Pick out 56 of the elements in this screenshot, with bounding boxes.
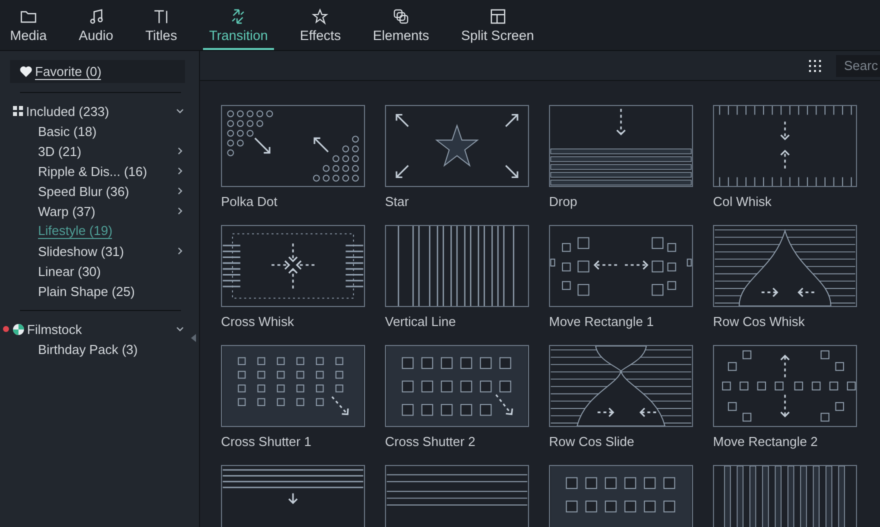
notification-dot bbox=[3, 326, 9, 332]
category-item[interactable]: Lifestyle (19) bbox=[10, 221, 185, 241]
folder-icon bbox=[19, 8, 38, 25]
tab[interactable]: Titles bbox=[139, 0, 184, 50]
category-header[interactable]: Filmstock bbox=[2, 319, 185, 339]
tab[interactable]: Audio bbox=[72, 0, 120, 50]
category-item[interactable]: Slideshow (31) bbox=[10, 241, 185, 261]
transition-label: Vertical Line bbox=[385, 313, 457, 331]
collapse-handle[interactable] bbox=[191, 334, 196, 342]
chevron-icon bbox=[175, 246, 185, 256]
category-item[interactable]: Basic (18) bbox=[10, 121, 185, 141]
category-item[interactable]: Ripple & Dis... (16) bbox=[10, 161, 185, 181]
heart-icon bbox=[20, 66, 32, 77]
text-icon bbox=[152, 8, 170, 25]
transition-label: Move Rectangle 2 bbox=[713, 433, 819, 451]
transition-thumbnail[interactable] bbox=[221, 225, 365, 307]
transition-label: Col Whisk bbox=[713, 193, 773, 211]
tab[interactable]: Effects bbox=[294, 0, 347, 50]
category-item[interactable]: Linear (30) bbox=[10, 261, 185, 281]
layers-icon bbox=[392, 8, 410, 25]
tab[interactable]: Elements bbox=[366, 0, 436, 50]
tab[interactable]: Split Screen bbox=[455, 0, 540, 50]
transition-thumbnail[interactable] bbox=[713, 465, 857, 527]
chevron-icon bbox=[175, 106, 185, 116]
grid-icon bbox=[13, 106, 23, 116]
chevron-icon bbox=[175, 324, 185, 334]
star-icon bbox=[311, 8, 330, 25]
tab[interactable]: Media bbox=[4, 0, 53, 50]
favorite-item[interactable]: Favorite (0) bbox=[10, 60, 185, 83]
transition-label: Move Rectangle 1 bbox=[549, 313, 655, 331]
music-note-icon bbox=[87, 8, 106, 25]
transition-label: Cross Shutter 2 bbox=[385, 433, 476, 451]
category-item[interactable]: Plain Shape (25) bbox=[10, 281, 185, 301]
grid-view-icon[interactable] bbox=[808, 58, 822, 72]
category-item[interactable]: 3D (21) bbox=[10, 141, 185, 161]
transition-label: Cross Shutter 1 bbox=[221, 433, 312, 451]
split-screen-icon bbox=[488, 8, 507, 25]
transition-thumbnail[interactable] bbox=[385, 225, 529, 307]
transition-label: Polka Dot bbox=[221, 193, 278, 211]
transition-label: Row Cos Slide bbox=[549, 433, 636, 451]
transition-thumbnail[interactable] bbox=[385, 465, 529, 527]
transition-label: Star bbox=[385, 193, 410, 211]
transition-thumbnail[interactable] bbox=[385, 105, 529, 187]
transition-thumbnail[interactable] bbox=[221, 465, 365, 527]
transition-thumbnail[interactable] bbox=[713, 345, 857, 427]
transition-label: Row Cos Whisk bbox=[713, 313, 806, 331]
transition-thumbnail[interactable] bbox=[221, 105, 365, 187]
transition-thumbnail[interactable] bbox=[549, 225, 693, 307]
transition-label: Cross Whisk bbox=[221, 313, 295, 331]
globe-icon bbox=[13, 324, 24, 334]
category-item[interactable]: Speed Blur (36) bbox=[10, 181, 185, 201]
transition-label: Drop bbox=[549, 193, 578, 211]
search-field[interactable]: Searc bbox=[836, 54, 880, 76]
category-header[interactable]: Included (233) bbox=[10, 101, 185, 121]
category-item[interactable]: Birthday Pack (3) bbox=[10, 339, 185, 359]
category-item[interactable]: Warp (37) bbox=[10, 201, 185, 221]
